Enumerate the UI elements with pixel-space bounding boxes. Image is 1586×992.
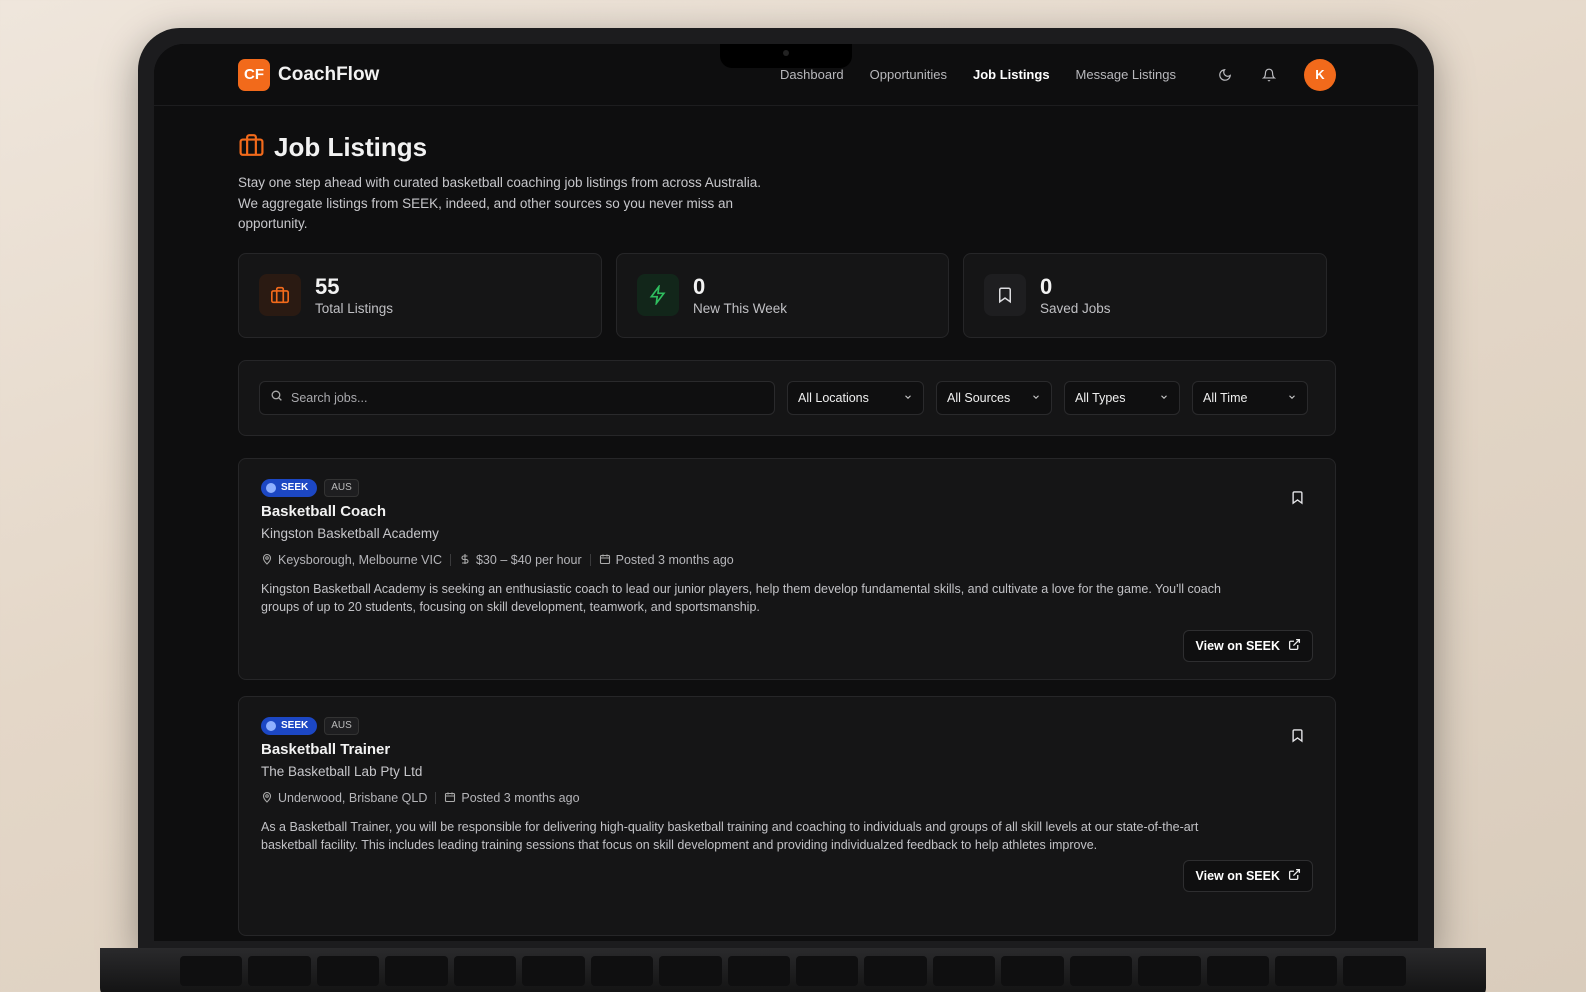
source-name: SEEK — [281, 720, 309, 731]
stat-total-listings: 55 Total Listings — [238, 252, 602, 338]
button-label: View on SEEK — [1195, 868, 1280, 883]
main-content: Job Listings Stay one step ahead with cu… — [154, 106, 1418, 936]
briefcase-icon — [238, 133, 265, 162]
keyboard-base — [100, 948, 1486, 992]
external-link-icon — [1288, 868, 1301, 884]
logo-mark: CF — [238, 58, 270, 91]
filter-bar: All Locations All Sources All Types All … — [238, 359, 1336, 436]
avatar[interactable]: K — [1304, 58, 1336, 91]
stat-label: Saved Jobs — [1040, 300, 1111, 316]
posted-text: Posted 3 months ago — [615, 553, 734, 567]
page-subtitle: Stay one step ahead with curated basketb… — [238, 175, 762, 231]
chevron-down-icon — [1287, 391, 1297, 405]
search-icon — [270, 389, 283, 407]
stat-label: New This Week — [693, 300, 788, 316]
type-select[interactable]: All Types — [1064, 380, 1180, 415]
stat-saved-jobs: 0 Saved Jobs — [963, 252, 1327, 338]
source-badge: SEEK — [261, 716, 318, 735]
job-card: SEEK AUS Basketball Trainer The Basketba… — [238, 695, 1336, 936]
app-screen: CF CoachFlow Dashboard Opportunities Job… — [154, 44, 1418, 941]
location-text: Underwood, Brisbane QLD — [278, 791, 428, 805]
laptop-frame: CF CoachFlow Dashboard Opportunities Job… — [138, 28, 1434, 953]
nav-links: Dashboard Opportunities Job Listings Mes… — [780, 67, 1176, 82]
map-pin-icon — [261, 553, 273, 568]
keyboard-keys — [180, 956, 1406, 986]
map-pin-icon — [261, 791, 273, 806]
calendar-icon — [444, 791, 456, 806]
bookmark-icon[interactable] — [1290, 489, 1305, 511]
view-on-seek-button[interactable]: View on SEEK — [1183, 629, 1313, 662]
location-text: Keysborough, Melbourne VIC — [278, 553, 442, 567]
job-meta: Keysborough, Melbourne VIC $30 – $40 per… — [261, 553, 1313, 568]
job-title[interactable]: Basketball Trainer — [261, 741, 1313, 758]
meta-divider — [435, 792, 437, 804]
page-title: Job Listings — [274, 132, 428, 162]
chevron-down-icon — [1159, 391, 1169, 405]
lightning-icon — [637, 274, 679, 316]
nav-link-opportunities[interactable]: Opportunities — [870, 67, 947, 82]
nav-link-job-listings[interactable]: Job Listings — [973, 67, 1050, 82]
bookmark-icon — [984, 274, 1026, 316]
time-select[interactable]: All Time — [1192, 380, 1308, 415]
seek-logo-icon — [266, 720, 276, 731]
moon-icon[interactable] — [1216, 66, 1234, 84]
chevron-down-icon — [1031, 391, 1041, 405]
meta-divider — [589, 554, 591, 566]
select-value: All Locations — [798, 390, 869, 405]
camera-notch — [720, 44, 852, 68]
briefcase-icon — [259, 274, 301, 316]
country-badge: AUS — [324, 478, 359, 497]
seek-logo-icon — [266, 482, 276, 493]
stats-row: 55 Total Listings 0 New This Week 0 Save… — [238, 252, 1336, 338]
job-description: As a Basketball Trainer, you will be res… — [261, 819, 1199, 853]
stat-value: 55 — [315, 273, 340, 299]
job-description: Kingston Basketball Academy is seeking a… — [261, 581, 1221, 615]
select-value: All Types — [1075, 390, 1126, 405]
bookmark-icon[interactable] — [1290, 727, 1305, 749]
brand-logo[interactable]: CF CoachFlow — [238, 58, 380, 91]
bell-icon[interactable] — [1260, 66, 1278, 84]
location-select[interactable]: All Locations — [787, 380, 924, 415]
stat-label: Total Listings — [315, 300, 394, 316]
external-link-icon — [1288, 638, 1301, 654]
source-name: SEEK — [281, 482, 309, 493]
brand-name: CoachFlow — [278, 63, 380, 85]
job-company: The Basketball Lab Pty Ltd — [261, 763, 423, 779]
country-badge: AUS — [324, 716, 359, 735]
search-box[interactable] — [259, 380, 775, 415]
view-on-seek-button[interactable]: View on SEEK — [1183, 859, 1313, 892]
button-label: View on SEEK — [1195, 638, 1280, 653]
job-badges: SEEK AUS — [261, 716, 1313, 735]
stat-new-this-week: 0 New This Week — [616, 252, 949, 338]
job-posted: Posted 3 months ago — [599, 553, 734, 568]
chevron-down-icon — [903, 391, 913, 405]
job-title[interactable]: Basketball Coach — [261, 503, 1313, 520]
salary-text: $30 – $40 per hour — [475, 553, 582, 567]
page-header: Job Listings — [238, 132, 1336, 163]
job-meta: Underwood, Brisbane QLD Posted 3 months … — [261, 791, 1313, 806]
nav-link-dashboard[interactable]: Dashboard — [780, 67, 844, 82]
select-value: All Sources — [947, 390, 1011, 405]
job-company: Kingston Basketball Academy — [261, 525, 439, 541]
meta-divider — [449, 554, 451, 566]
posted-text: Posted 3 months ago — [461, 791, 580, 805]
stat-value: 0 — [1040, 273, 1053, 299]
nav-icons: K — [1216, 58, 1336, 91]
job-location: Keysborough, Melbourne VIC — [261, 553, 442, 568]
source-select[interactable]: All Sources — [936, 380, 1052, 415]
search-input[interactable] — [291, 390, 764, 405]
stat-value: 0 — [693, 273, 706, 299]
select-value: All Time — [1203, 390, 1248, 405]
nav-link-message-listings[interactable]: Message Listings — [1076, 67, 1176, 82]
dollar-icon — [459, 553, 471, 568]
job-posted: Posted 3 months ago — [444, 791, 580, 806]
source-badge: SEEK — [261, 478, 318, 497]
screen-bezel: CF CoachFlow Dashboard Opportunities Job… — [154, 44, 1418, 941]
job-salary: $30 – $40 per hour — [459, 553, 582, 568]
calendar-icon — [599, 553, 611, 568]
job-badges: SEEK AUS — [261, 478, 1313, 497]
job-card: SEEK AUS Basketball Coach Kingston Baske… — [238, 457, 1336, 680]
job-location: Underwood, Brisbane QLD — [261, 791, 427, 806]
